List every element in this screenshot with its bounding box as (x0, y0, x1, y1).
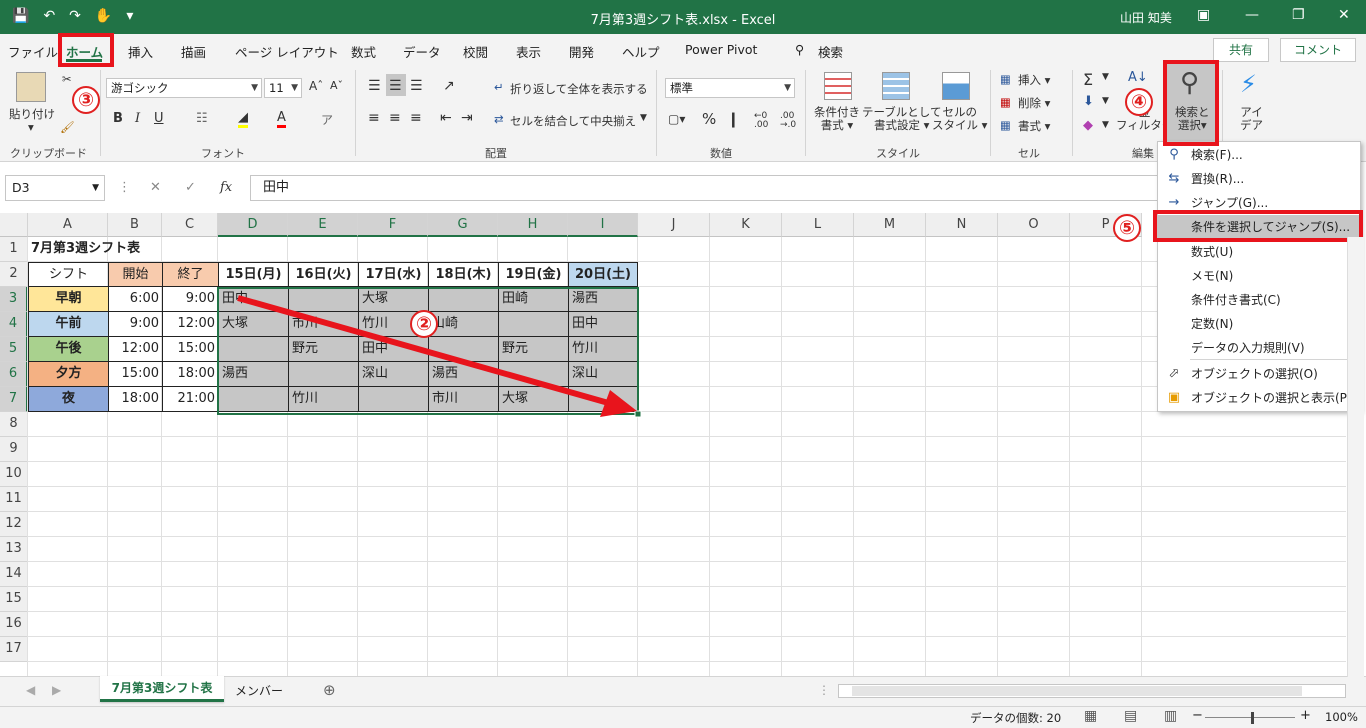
menu-item-replace[interactable]: ⇆ 置換(R)... (1158, 167, 1360, 191)
step-badge-5: ⑤ (1113, 214, 1141, 242)
menu-label: 定数(N) (1191, 317, 1234, 331)
step-badge-3: ③ (72, 86, 100, 114)
drag-arrow-head (600, 390, 637, 417)
vertical-scrollbar[interactable] (1347, 237, 1364, 677)
menu-item-select-objects[interactable]: ⬀ オブジェクトの選択(O) (1158, 362, 1360, 386)
menu-label: データの入力規則(V) (1191, 341, 1305, 355)
cursor-icon: ⬀ (1168, 366, 1180, 381)
menu-label: 置換(R)... (1191, 172, 1245, 186)
menu-item-data-validation[interactable]: データの入力規則(V) (1158, 336, 1360, 360)
menu-label: 条件付き書式(C) (1191, 293, 1281, 307)
menu-item-conditional-formatting[interactable]: 条件付き書式(C) (1158, 288, 1360, 312)
menu-label: オブジェクトの選択(O) (1191, 367, 1318, 381)
menu-label: ジャンプ(G)... (1191, 196, 1269, 210)
find-select-highlight (1163, 60, 1219, 146)
menu-separator (1190, 359, 1358, 360)
home-tab-highlight (58, 33, 114, 67)
menu-label: オブジェクトの選択と表示(P)... (1191, 391, 1364, 405)
selection-pane-icon: ▣ (1167, 390, 1181, 405)
menu-item-find[interactable]: ⚲ 検索(F)... (1158, 143, 1360, 167)
replace-icon: ⇆ (1168, 171, 1180, 186)
fill-handle[interactable] (634, 410, 642, 418)
goto-special-highlight (1153, 210, 1363, 242)
step-badge-4: ④ (1125, 88, 1153, 116)
step-badge-2: ② (410, 310, 438, 338)
menu-item-constants[interactable]: 定数(N) (1158, 312, 1360, 336)
menu-item-notes[interactable]: メモ(N) (1158, 264, 1360, 288)
search-icon: ⚲ (1169, 147, 1179, 162)
menu-label: メモ(N) (1191, 269, 1234, 283)
menu-item-selection-pane[interactable]: ▣ オブジェクトの選択と表示(P)... (1158, 386, 1364, 410)
menu-label: 数式(U) (1191, 245, 1234, 259)
find-select-menu: ⚲ 検索(F)... ⇆ 置換(R)... → ジャンプ(G)... 条件を選択してジ… (1157, 141, 1364, 412)
menu-item-formulas[interactable]: 数式(U) (1158, 240, 1360, 264)
menu-label: 検索(F)... (1191, 148, 1243, 162)
